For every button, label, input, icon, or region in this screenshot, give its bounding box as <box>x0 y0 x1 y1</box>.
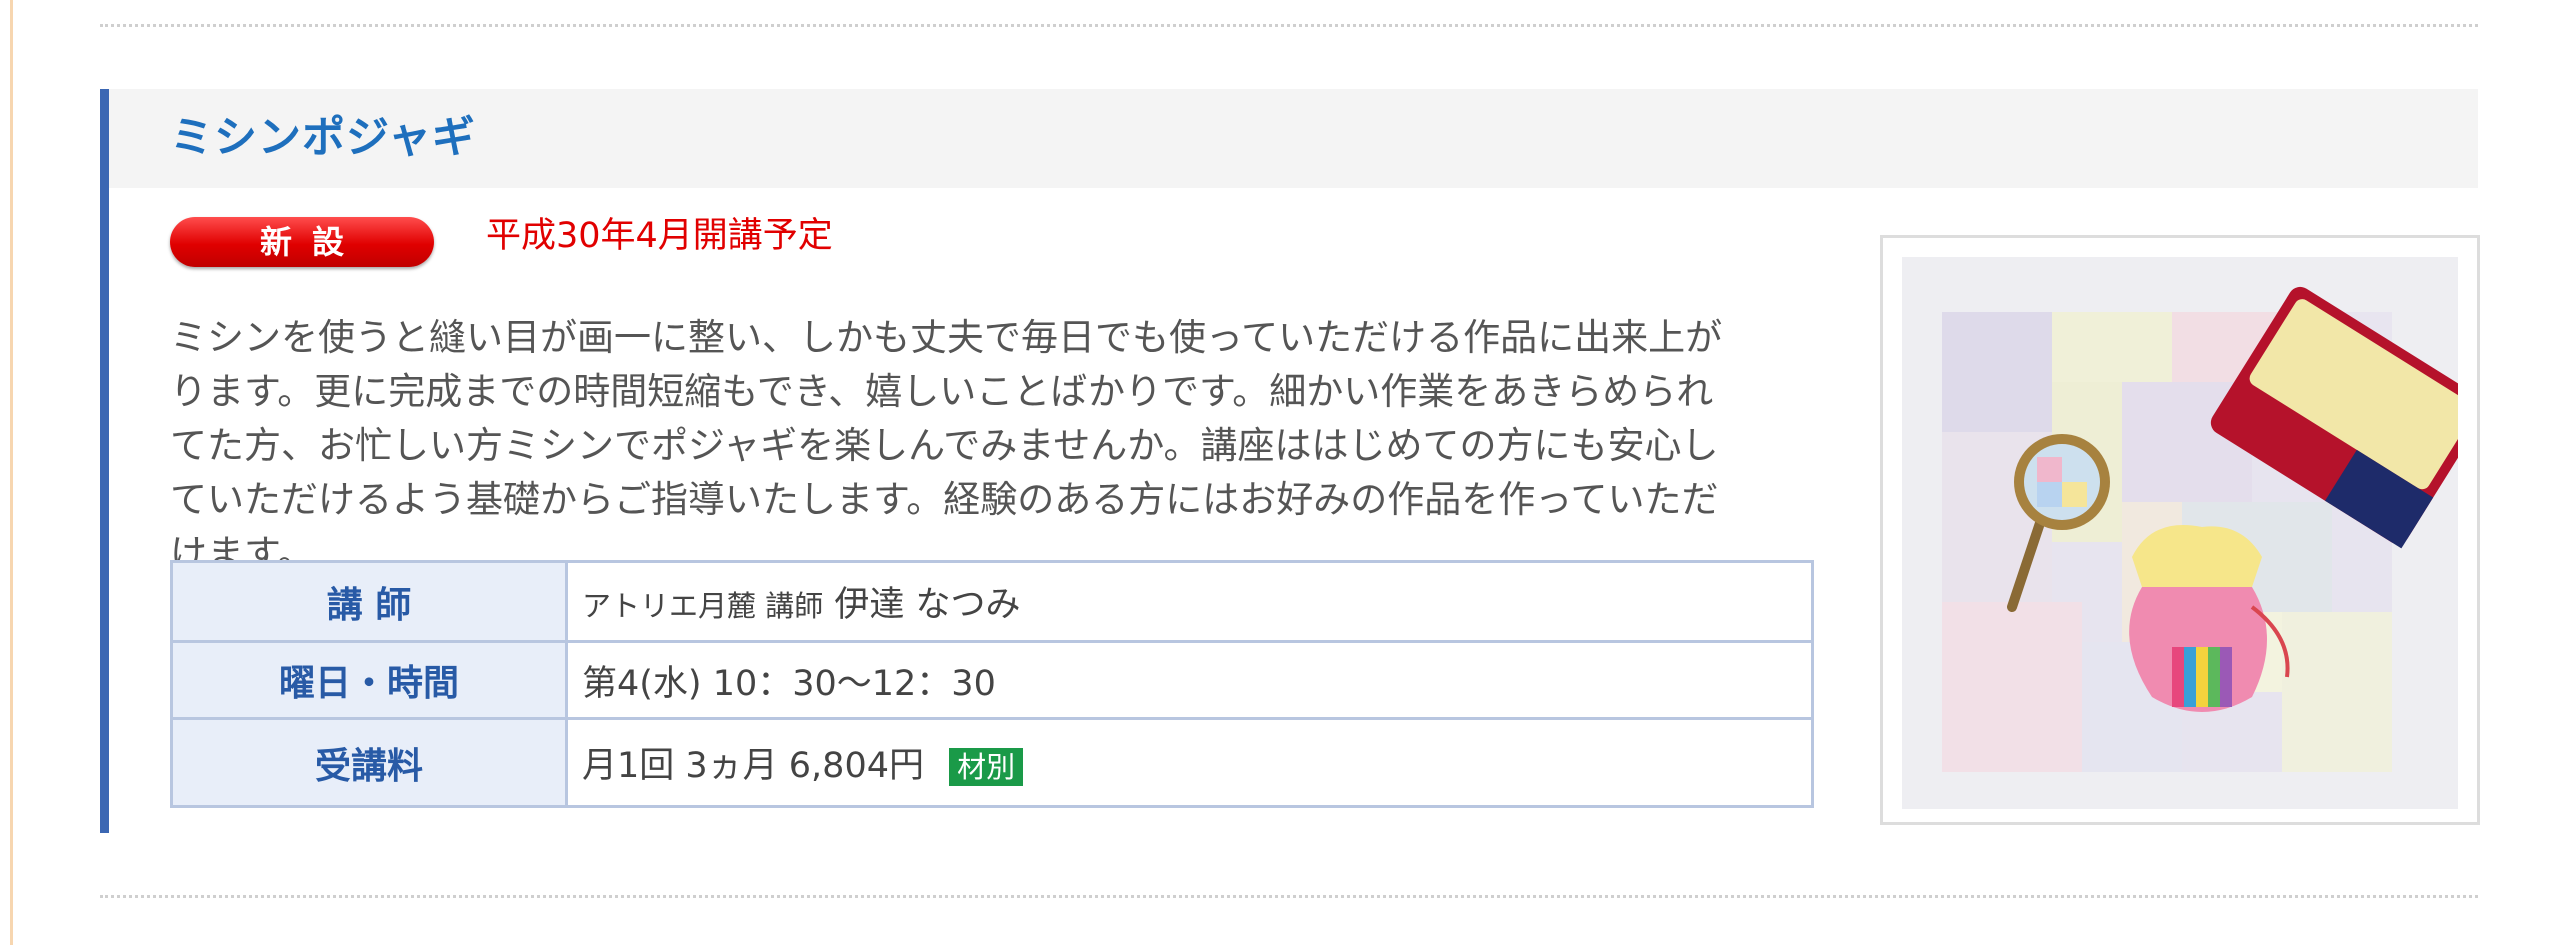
course-photo <box>1902 257 2458 809</box>
schedule-label: 曜日・時間 <box>170 640 568 720</box>
new-badge: 新設 <box>170 217 434 267</box>
course-title: ミシンポジャギ <box>170 113 476 163</box>
instructor-prefix: アトリエ月麓 講師 <box>582 589 824 623</box>
schedule-value: 第4(水) 10：30〜12：30 <box>565 640 1814 720</box>
table-row: 講 師 アトリエ月麓 講師 伊達 なつみ <box>170 560 1814 643</box>
course-photo-frame <box>1880 235 2480 825</box>
fee-label: 受講料 <box>170 717 568 808</box>
course-info-table: 講 師 アトリエ月麓 講師 伊達 なつみ 曜日・時間 第4(水) 10：30〜1… <box>170 560 1814 808</box>
course-description: ミシンを使うと縫い目が画一に整い、しかも丈夫で毎日でも使っていただける作品に出来… <box>170 316 1723 575</box>
instructor-name: 伊達 なつみ <box>834 585 1021 625</box>
divider-top <box>100 24 2478 27</box>
table-row: 受講料 月1回 3ヵ月 6,804円 材別 <box>170 717 1814 808</box>
table-row: 曜日・時間 第4(水) 10：30〜12：30 <box>170 640 1814 720</box>
fee-cell: 月1回 3ヵ月 6,804円 材別 <box>565 717 1814 808</box>
materials-separate-tag: 材別 <box>949 748 1024 786</box>
course-accent-bar <box>100 89 109 833</box>
instructor-cell: アトリエ月麓 講師 伊達 なつみ <box>565 560 1814 643</box>
divider-bottom <box>100 895 2478 898</box>
page-left-border <box>0 0 13 945</box>
course-header: ミシンポジャギ <box>109 89 2478 188</box>
course-section: ミシンポジャギ 新設 平成30年4月開講予定 ミシンを使うと縫い目が画一に整い、… <box>100 89 2480 833</box>
instructor-label: 講 師 <box>170 560 568 643</box>
fee-value: 月1回 3ヵ月 6,804円 <box>582 746 924 786</box>
opening-note: 平成30年4月開講予定 <box>486 216 833 256</box>
